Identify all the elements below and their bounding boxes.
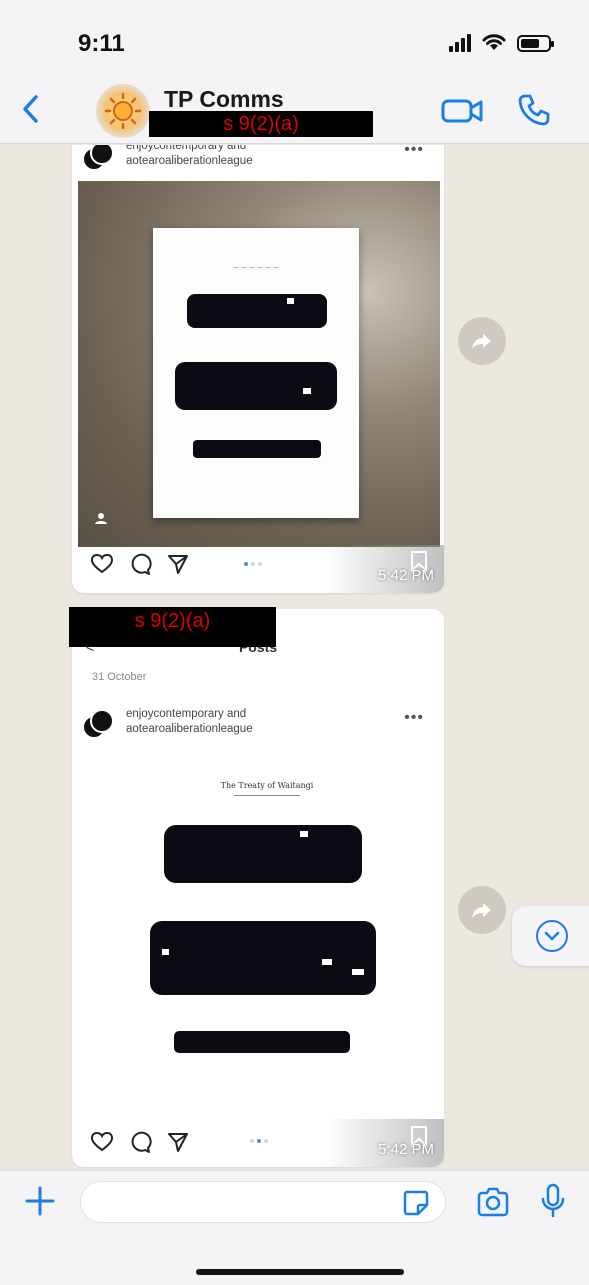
message-timestamp: 5:42 PM [378, 1141, 434, 1158]
camera-icon[interactable] [476, 1187, 510, 1217]
carousel-dots [244, 562, 262, 566]
message-timestamp: 5:42 PM [378, 567, 434, 584]
message-composer [0, 1170, 589, 1285]
home-indicator [196, 1269, 404, 1275]
battery-icon [517, 35, 554, 52]
forward-arrow-icon [472, 903, 491, 918]
redaction-block [193, 440, 321, 458]
signal-icon [449, 34, 471, 52]
chat-title[interactable]: TP Comms [164, 86, 284, 113]
carousel-dots [250, 1139, 268, 1143]
post-actions [90, 1127, 190, 1157]
share-icon[interactable] [166, 552, 190, 576]
post-header: enjoycontemporary and aotearoaliberation… [82, 705, 432, 745]
scroll-to-bottom-button[interactable] [512, 906, 589, 966]
chevron-down-icon [536, 920, 568, 952]
wifi-icon [482, 34, 506, 50]
status-time: 9:11 [78, 30, 125, 57]
redaction-block [164, 825, 362, 883]
video-call-icon[interactable] [440, 94, 484, 128]
chat-messages[interactable]: enjoycontemporary and aotearoaliberation… [0, 145, 589, 1170]
sun-icon [104, 92, 142, 130]
post-actions [90, 549, 190, 579]
post-avatar [82, 145, 114, 173]
more-options-icon[interactable]: ••• [404, 145, 424, 159]
forward-button[interactable] [458, 317, 506, 365]
plus-icon[interactable] [24, 1185, 56, 1217]
redaction-block [187, 294, 327, 328]
post-date: 31 October [92, 671, 147, 683]
forward-button[interactable] [458, 886, 506, 934]
forwarded-screenshot-message[interactable]: < Posts 31 October enjoycontemporary and… [72, 609, 444, 1167]
redacted-document-image: — — — — — — [153, 228, 359, 518]
phone-call-icon[interactable] [516, 92, 552, 128]
chat-header: TP Comms s 9(2)(a) [0, 84, 589, 144]
microphone-icon[interactable] [540, 1183, 566, 1219]
heart-icon[interactable] [90, 552, 114, 576]
person-tag-icon [95, 513, 107, 524]
sticker-icon[interactable] [402, 1189, 430, 1217]
comment-icon[interactable] [128, 552, 152, 576]
redacted-document-image: The Treaty of Waitangi [142, 769, 392, 1069]
back-chevron-icon[interactable] [16, 92, 46, 126]
more-options-icon[interactable]: ••• [404, 709, 424, 727]
post-header: enjoycontemporary and aotearoaliberation… [82, 145, 432, 177]
post-photo[interactable]: — — — — — — [78, 181, 440, 547]
document-title-faint: — — — — — — [233, 264, 279, 271]
post-account[interactable]: enjoycontemporary and aotearoaliberation… [126, 707, 346, 737]
status-icons [449, 32, 554, 52]
redaction-block [175, 362, 337, 410]
comment-icon[interactable] [128, 1130, 152, 1154]
status-bar: 9:11 [0, 0, 589, 84]
document-title: The Treaty of Waitangi [220, 781, 314, 790]
post-avatar [82, 709, 114, 741]
forwarded-post-message[interactable]: enjoycontemporary and aotearoaliberation… [72, 145, 444, 593]
group-avatar[interactable] [96, 84, 150, 138]
redaction-label: s 9(2)(a) [69, 607, 276, 647]
share-icon[interactable] [166, 1130, 190, 1154]
message-input[interactable] [80, 1181, 446, 1223]
forward-arrow-icon [472, 334, 491, 349]
redaction-block [150, 921, 376, 995]
post-account[interactable]: enjoycontemporary and aotearoaliberation… [126, 145, 346, 169]
heart-icon[interactable] [90, 1130, 114, 1154]
redaction-label: s 9(2)(a) [149, 111, 373, 137]
redaction-block [174, 1031, 350, 1053]
